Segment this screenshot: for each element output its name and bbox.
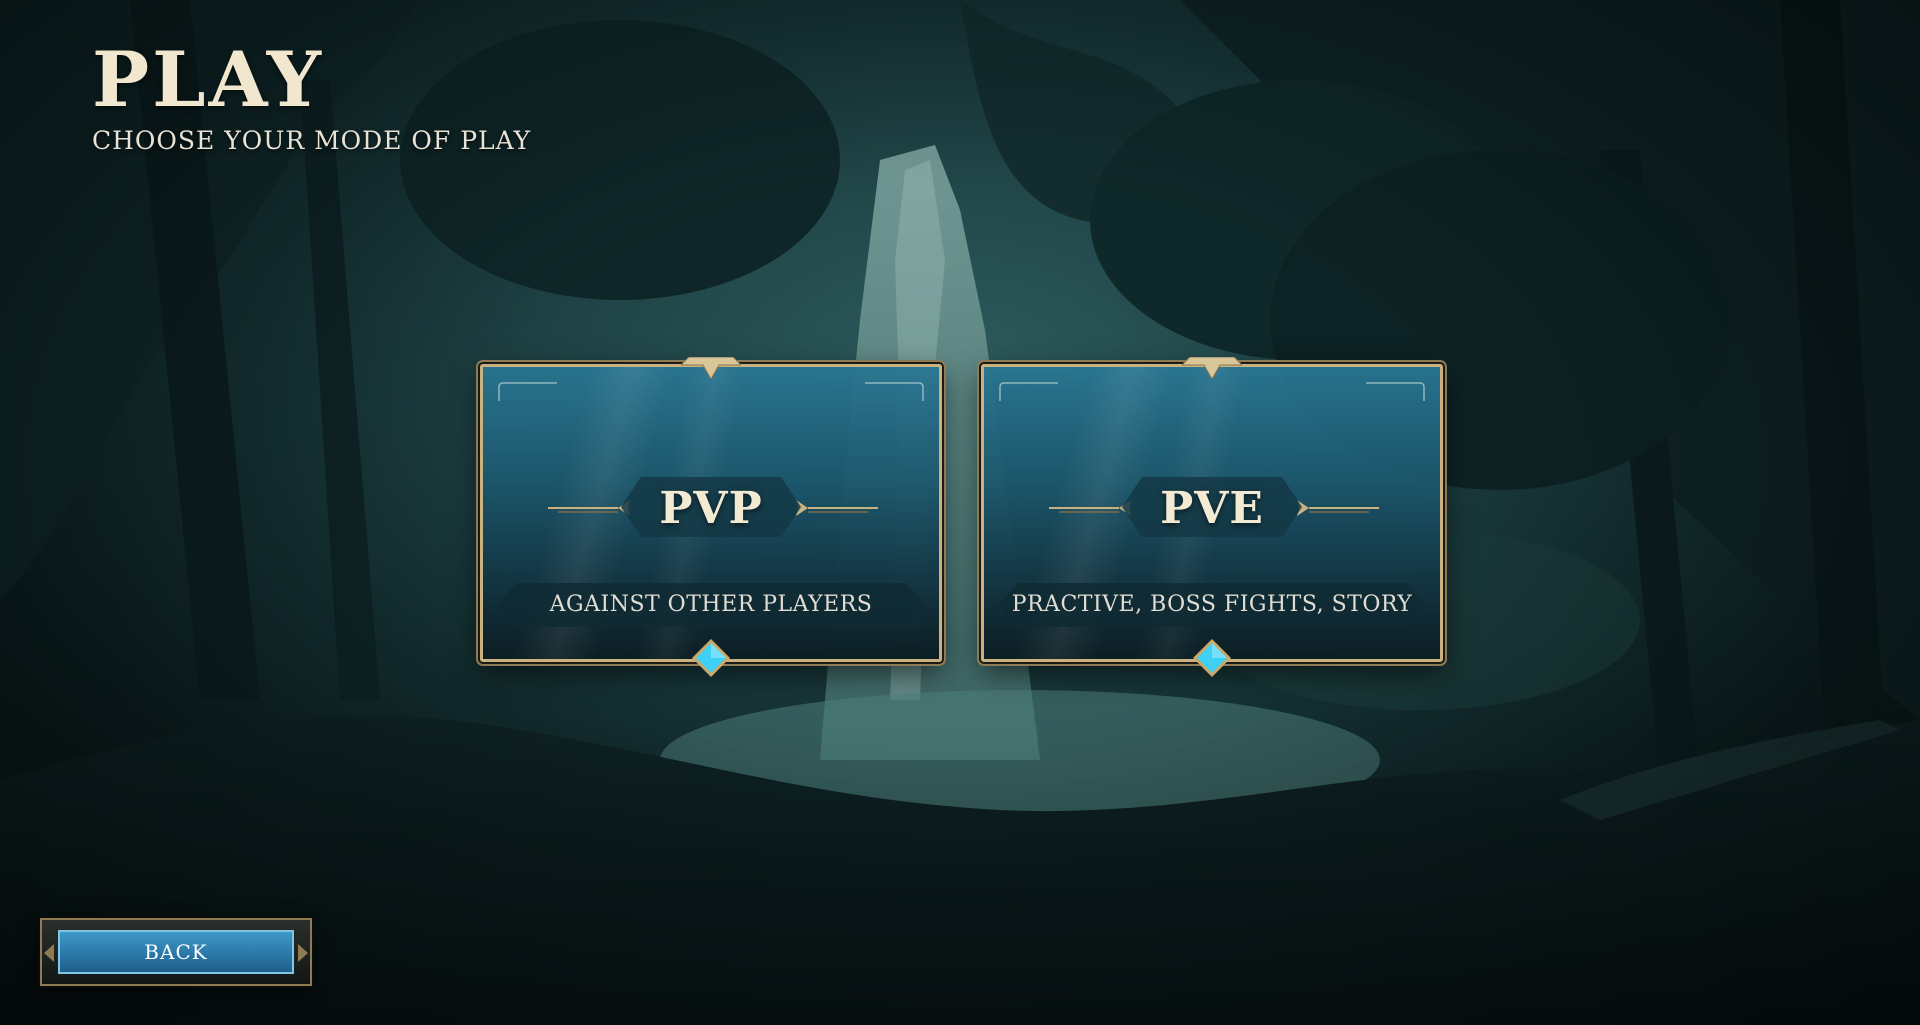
diamond-gem-icon (1193, 639, 1231, 677)
corner-ornament-icon (498, 382, 557, 401)
corner-ornament-icon (865, 382, 924, 401)
page-subtitle: CHOOSE YOUR MODE OF PLAY (92, 126, 532, 155)
mode-description: AGAINST OTHER PLAYERS (549, 592, 873, 617)
mode-card-pvp[interactable]: PVP AGAINST OTHER PLAYERS (480, 357, 942, 677)
back-button[interactable]: BACK (58, 930, 294, 974)
mode-card-pve[interactable]: PVE PRACTIVE, BOSS FIGHTS, STORY (981, 357, 1443, 677)
notch-right-icon (298, 944, 308, 962)
mode-description: PRACTIVE, BOSS FIGHTS, STORY (1011, 592, 1413, 617)
corner-ornament-icon (1366, 382, 1425, 401)
clasp-ornament-icon (1182, 357, 1242, 379)
mode-title: PVP (659, 483, 763, 534)
corner-ornament-icon (999, 382, 1058, 401)
diamond-gem-icon (692, 639, 730, 677)
clasp-ornament-icon (681, 357, 741, 379)
mode-title: PVE (1160, 483, 1264, 534)
page-title: PLAY (92, 35, 325, 124)
page-header: PLAY CHOOSE YOUR MODE OF PLAY (92, 35, 532, 155)
back-button-frame: BACK (40, 918, 312, 986)
notch-left-icon (44, 944, 54, 962)
